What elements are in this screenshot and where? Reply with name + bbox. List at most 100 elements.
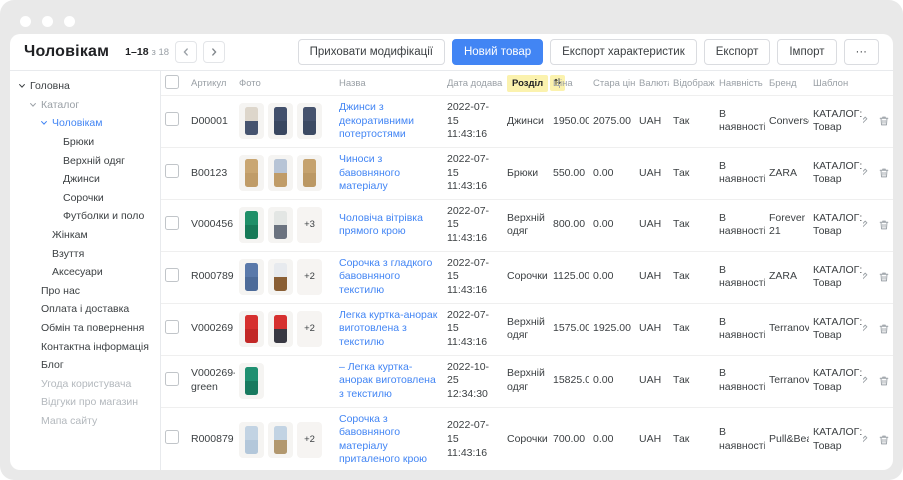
column-header-label[interactable]: Фото [239, 78, 261, 89]
select-all-checkbox[interactable] [165, 75, 179, 89]
edit-button[interactable] [863, 434, 869, 446]
column-header-label[interactable]: Шаблон [813, 78, 848, 89]
sidebar-item[interactable]: Футболки и поло [10, 207, 160, 226]
column-header-label[interactable]: Стара ціна [593, 78, 635, 89]
new-product-button[interactable]: Новий товар [452, 39, 543, 65]
sidebar-item[interactable]: Контактна інформація [10, 337, 160, 356]
sidebar-item[interactable]: Угода користувача [10, 375, 160, 394]
product-photo[interactable] [268, 422, 293, 458]
product-photo[interactable] [239, 311, 264, 347]
product-availability: В наявності [715, 147, 765, 199]
sidebar-item[interactable]: Каталог [10, 96, 160, 115]
sidebar-item[interactable]: Обмін та повернення [10, 319, 160, 338]
product-checkbox[interactable] [165, 372, 179, 386]
more-button[interactable]: ··· [844, 39, 880, 65]
product-name-link[interactable]: – Легка куртка-анорак виготовлена з текс… [339, 361, 436, 400]
sidebar-item[interactable]: Сорочки [10, 189, 160, 208]
sidebar-item[interactable]: Верхній одяг [10, 151, 160, 170]
hide-modifications-button[interactable]: Приховати модифікації [298, 39, 445, 65]
product-checkbox[interactable] [165, 430, 179, 444]
product-photo[interactable] [268, 155, 293, 191]
edit-button[interactable] [863, 115, 869, 127]
sidebar-item[interactable]: Блог [10, 356, 160, 375]
product-photo[interactable] [297, 103, 322, 139]
window-dot-icon [20, 16, 31, 27]
edit-button[interactable] [863, 271, 869, 283]
sidebar-item-label: Каталог [41, 99, 79, 111]
product-photo[interactable] [239, 155, 264, 191]
edit-button[interactable] [863, 375, 869, 387]
product-checkbox[interactable] [165, 320, 179, 334]
product-name-link[interactable]: Чоловіча вітрівка прямого крою [339, 212, 423, 238]
more-photos-badge[interactable]: +3 [297, 207, 322, 243]
sidebar-item[interactable]: Оплата і доставка [10, 300, 160, 319]
delete-button[interactable] [878, 434, 890, 446]
edit-button[interactable] [863, 219, 869, 231]
product-photos [235, 96, 335, 148]
product-photo[interactable] [239, 363, 264, 399]
sidebar-item[interactable]: Чоловікам [10, 114, 160, 133]
product-date: 2022-10-25 12:34:30 [443, 355, 503, 407]
sidebar-item[interactable]: Жінкам [10, 226, 160, 245]
product-brand: Forever 21 [765, 199, 809, 251]
prev-page-button[interactable] [175, 41, 197, 63]
table-body: D00001Джинси з декоративними потертостям… [161, 96, 893, 471]
column-header-label[interactable]: Дата додавання [447, 78, 503, 89]
import-button[interactable]: Імпорт [777, 39, 836, 65]
more-photos-badge[interactable]: +2 [297, 311, 322, 347]
delete-button[interactable] [878, 219, 890, 231]
product-name-link[interactable]: Легка куртка-анорак виготовлена з тексти… [339, 309, 437, 348]
sidebar-item-label: Мапа сайту [41, 415, 97, 427]
product-brand: ZARA [765, 251, 809, 303]
column-header-label[interactable]: Валюта [639, 78, 669, 89]
sidebar-item[interactable]: Мапа сайту [10, 412, 160, 431]
sidebar-item[interactable]: Аксесуари [10, 263, 160, 282]
column-header-label[interactable]: Назва [339, 78, 366, 89]
product-sku: V000269 [187, 303, 235, 355]
product-checkbox[interactable] [165, 112, 179, 126]
delete-button[interactable] [878, 115, 890, 127]
column-header-label[interactable]: Артикул [191, 78, 226, 89]
edit-button[interactable] [863, 167, 869, 179]
app-window: Чоловікам 1–18 з 18 Приховати модифікаці… [0, 0, 903, 480]
product-name-link[interactable]: Чиноси з бавовняного матеріалу [339, 153, 400, 192]
more-photos-badge[interactable]: +2 [297, 259, 322, 295]
edit-button[interactable] [863, 323, 869, 335]
product-photo[interactable] [239, 422, 264, 458]
sidebar-item-label: Відгуки про магазин [41, 396, 138, 408]
product-name-link[interactable]: Сорочка з гладкого бавовняного текстилю [339, 257, 432, 296]
next-page-button[interactable] [203, 41, 225, 63]
sidebar-item[interactable]: Відгуки про магазин [10, 393, 160, 412]
export-characteristics-button[interactable]: Експорт характеристик [550, 39, 697, 65]
column-header-label[interactable]: Наявність [719, 78, 763, 89]
sidebar-item[interactable]: Брюки [10, 133, 160, 152]
product-checkbox[interactable] [165, 216, 179, 230]
product-photo[interactable] [268, 207, 293, 243]
product-photo[interactable] [268, 103, 293, 139]
sidebar-item[interactable]: Головна [10, 77, 160, 96]
product-photo[interactable] [239, 207, 264, 243]
delete-button[interactable] [878, 375, 890, 387]
sidebar-item[interactable]: Взуття [10, 244, 160, 263]
product-checkbox[interactable] [165, 164, 179, 178]
more-photos-badge[interactable]: +2 [297, 422, 322, 458]
export-button[interactable]: Експорт [704, 39, 771, 65]
product-name-link[interactable]: Сорочка з бавовняного матеріалу притален… [339, 413, 427, 466]
sidebar-item[interactable]: Про нас [10, 282, 160, 301]
delete-button[interactable] [878, 323, 890, 335]
product-photo[interactable] [239, 103, 264, 139]
product-photo[interactable] [297, 155, 322, 191]
product-checkbox[interactable] [165, 268, 179, 282]
product-photo[interactable] [239, 259, 264, 295]
column-header-label[interactable]: Ціна [553, 78, 573, 89]
sorted-column-label[interactable]: Розділ [507, 75, 548, 92]
product-photo[interactable] [268, 259, 293, 295]
product-photo[interactable] [268, 311, 293, 347]
column-header-label[interactable]: Відображати [673, 78, 715, 89]
delete-button[interactable] [878, 271, 890, 283]
delete-button[interactable] [878, 167, 890, 179]
column-header-label[interactable]: Бренд [769, 78, 797, 89]
product-name-link[interactable]: Джинси з декоративними потертостями [339, 101, 414, 140]
pagination-total: з 18 [152, 47, 170, 58]
sidebar-item[interactable]: Джинси [10, 170, 160, 189]
